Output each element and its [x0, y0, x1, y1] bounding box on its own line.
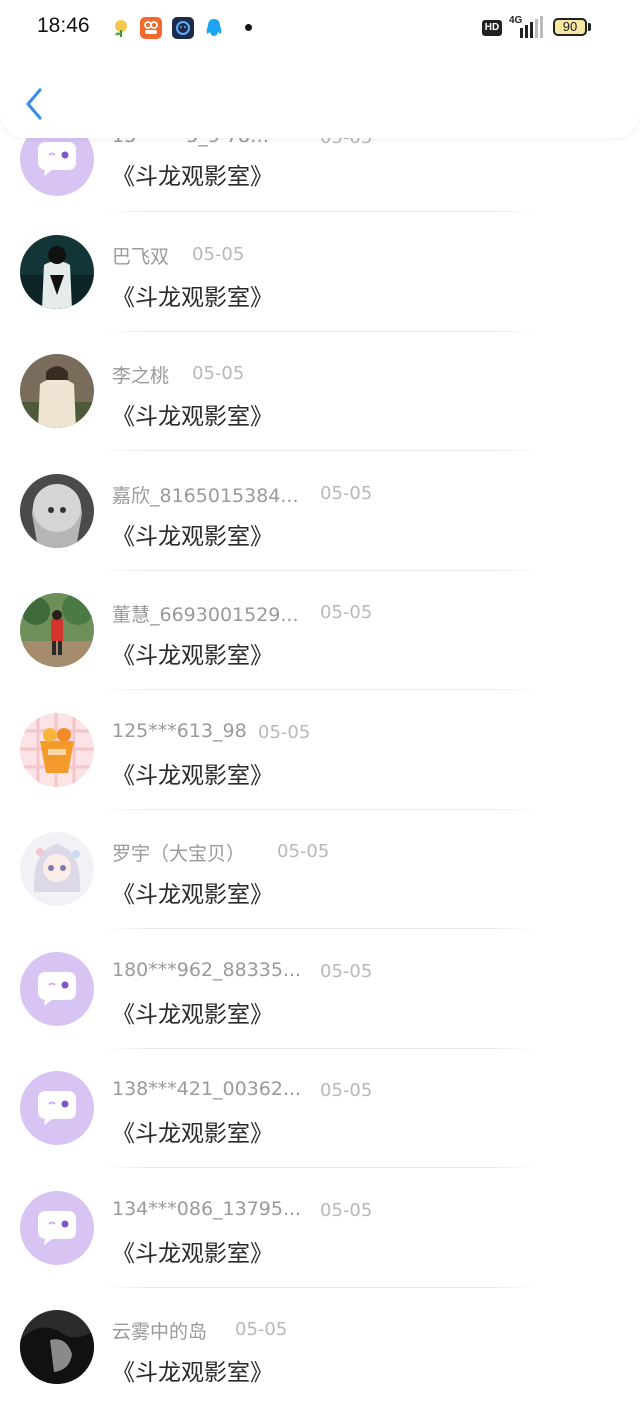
blue-app-icon — [172, 17, 194, 39]
photo-avatar — [20, 235, 94, 309]
red-app-icon — [140, 17, 162, 39]
sender-name: 180***962_88335... — [112, 959, 302, 981]
photo-avatar — [20, 593, 94, 667]
status-time: 18:46 — [37, 14, 90, 37]
list-item[interactable]: 138***421_00362... 05-05 《斗龙观影室》 — [0, 1048, 640, 1168]
message-preview: 《斗龙观影室》 — [112, 1121, 273, 1147]
message-date: 05-05 — [277, 841, 330, 862]
anime-avatar — [20, 474, 94, 548]
battery-level: 90 — [562, 19, 578, 34]
notification-dot-icon — [245, 24, 252, 31]
message-preview: 《斗龙观影室》 — [112, 763, 273, 789]
message-preview: 《斗龙观影室》 — [112, 164, 273, 190]
default-chat-avatar — [20, 1191, 94, 1265]
chevron-left-icon — [26, 88, 42, 120]
message-date: 05-05 — [192, 363, 245, 384]
sender-name: 董慧_6693001529... — [112, 604, 299, 626]
hd-indicator: HD — [482, 20, 502, 36]
sender-name: 云雾中的岛 — [112, 1321, 208, 1343]
message-date: 05-05 — [235, 1319, 288, 1340]
signal-bars-icon — [520, 16, 543, 38]
illustration-avatar — [20, 713, 94, 787]
message-preview: 《斗龙观影室》 — [112, 643, 273, 669]
sender-name: 嘉欣_8165015384... — [112, 485, 299, 507]
sender-name: 李之桃 — [112, 365, 170, 387]
anime-avatar — [20, 832, 94, 906]
top-header: 18:46 HD 4G 90 — [0, 0, 640, 138]
list-item[interactable]: 云雾中的岛 05-05 《斗龙观影室》 — [0, 1287, 640, 1407]
sender-name: 138***421_00362... — [112, 1078, 302, 1100]
message-date: 05-05 — [320, 602, 373, 623]
list-item[interactable]: 巴飞双 05-05 《斗龙观影室》 — [0, 212, 640, 332]
list-item[interactable]: 134***086_13795... 05-05 《斗龙观影室》 — [0, 1168, 640, 1288]
list-item[interactable]: 180***962_88335... 05-05 《斗龙观影室》 — [0, 929, 640, 1049]
message-date: 05-05 — [320, 961, 373, 982]
plant-app-icon — [115, 20, 127, 37]
battery-tip — [588, 23, 591, 31]
message-date: 05-05 — [258, 722, 311, 743]
message-preview: 《斗龙观影室》 — [112, 404, 273, 430]
list-item[interactable]: 125***613_98 05-05 《斗龙观影室》 — [0, 690, 640, 810]
message-preview: 《斗龙观影室》 — [112, 1002, 273, 1028]
sender-name: 125***613_98 — [112, 720, 247, 742]
photo-avatar — [20, 354, 94, 428]
list-item[interactable]: 嘉欣_8165015384... 05-05 《斗龙观影室》 — [0, 451, 640, 571]
message-preview: 《斗龙观影室》 — [112, 285, 273, 311]
battery-icon: 90 — [553, 18, 587, 36]
list-item[interactable]: 罗宇（大宝贝） 05-05 《斗龙观影室》 — [0, 809, 640, 929]
photo-avatar — [20, 1310, 94, 1384]
default-chat-avatar — [20, 952, 94, 1026]
sender-name: 罗宇（大宝贝） — [112, 843, 246, 865]
back-button[interactable] — [20, 84, 50, 124]
message-date: 05-05 — [192, 244, 245, 265]
message-preview: 《斗龙观影室》 — [112, 1241, 273, 1267]
message-date: 05-05 — [320, 1080, 373, 1101]
qq-penguin-icon — [206, 19, 222, 36]
message-preview: 《斗龙观影室》 — [112, 524, 273, 550]
status-bar: 18:46 HD 4G 90 — [0, 0, 640, 58]
sender-name: 134***086_13795... — [112, 1198, 302, 1220]
message-date: 05-05 — [320, 483, 373, 504]
message-date: 05-05 — [320, 1200, 373, 1221]
message-preview: 《斗龙观影室》 — [112, 882, 273, 908]
message-list[interactable]: 13*·**·*5_9·78… 05-05 《斗龙观影室》 巴飞双 05-05 … — [0, 0, 640, 1422]
sender-name: 巴飞双 — [112, 246, 170, 268]
default-chat-avatar — [20, 1071, 94, 1145]
list-item[interactable]: 李之桃 05-05 《斗龙观影室》 — [0, 331, 640, 451]
list-item[interactable]: 董慧_6693001529... 05-05 《斗龙观影室》 — [0, 570, 640, 690]
message-preview: 《斗龙观影室》 — [112, 1360, 273, 1386]
